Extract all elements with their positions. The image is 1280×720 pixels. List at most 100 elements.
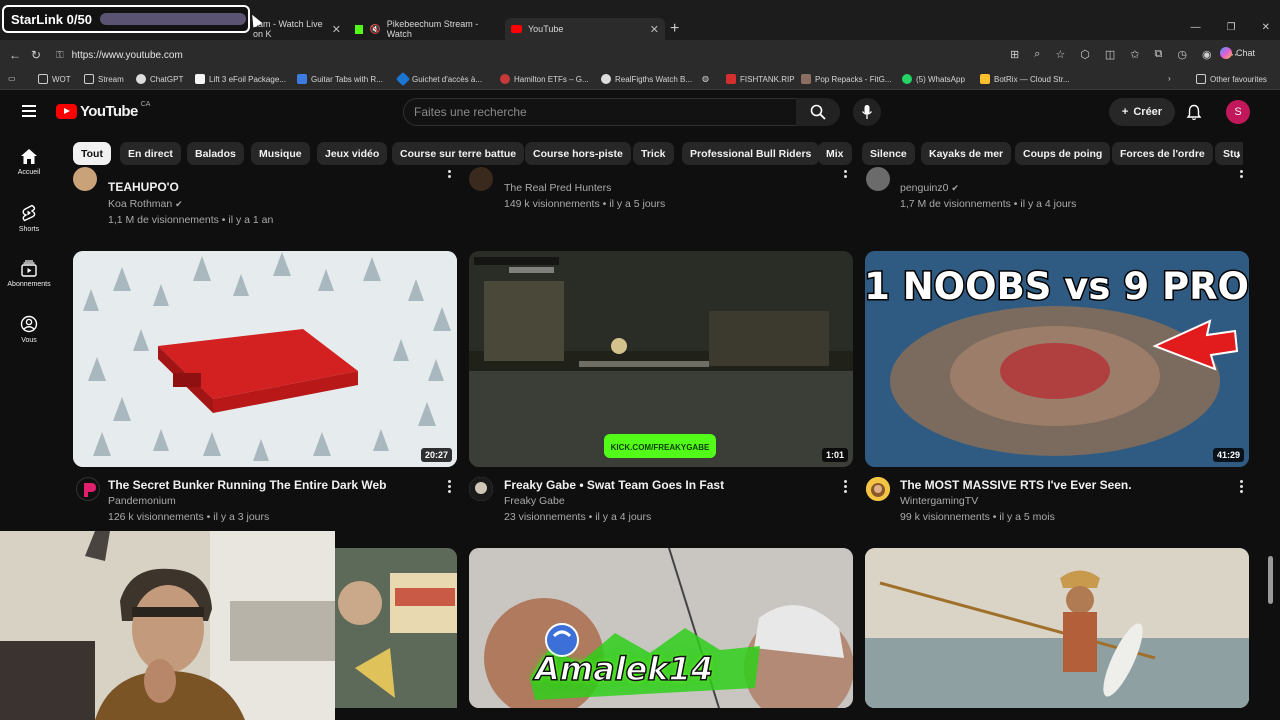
tab-youtube[interactable]: YouTube ✕	[505, 18, 665, 40]
more-actions-icon[interactable]	[844, 480, 848, 495]
chip-off-road[interactable]: Course hors-piste	[525, 142, 631, 165]
bookmark-chatgpt[interactable]: ChatGPT	[136, 74, 183, 84]
webcam-overlay	[0, 531, 335, 720]
tab-pikebeechum[interactable]: 🔇 Pikebeechum Stream - Watch	[349, 18, 505, 40]
back-icon[interactable]: ←	[9, 48, 21, 62]
bookmark-stream[interactable]: Stream	[84, 74, 124, 84]
bookmarks-overflow-icon[interactable]: ›	[1168, 74, 1171, 83]
search-button[interactable]	[796, 98, 840, 126]
nav-item-shorts[interactable]: Shorts	[0, 204, 58, 233]
bookmark-lift[interactable]: Lift 3 eFoil Package...	[195, 74, 286, 84]
more-actions-icon[interactable]	[448, 170, 452, 180]
maximize-button[interactable]: ❐	[1227, 22, 1236, 33]
refresh-icon[interactable]: ↻	[31, 48, 41, 62]
more-actions-icon[interactable]	[1240, 170, 1244, 180]
video-title[interactable]: The Secret Bunker Running The Entire Dar…	[108, 478, 387, 493]
menu-icon[interactable]	[22, 105, 36, 120]
address-bar[interactable]: ⚿ https://www.youtube.com	[50, 44, 610, 66]
more-actions-icon[interactable]	[448, 480, 452, 495]
bookmark-hamilton[interactable]: Hamilton ETFs – G...	[500, 74, 589, 84]
video-title[interactable]: TEAHUPO'O	[108, 180, 179, 195]
chevron-right-icon[interactable]: ›	[1236, 146, 1241, 162]
muted-speaker-icon[interactable]: 🔇	[369, 24, 380, 35]
bookmark-wot[interactable]: WOT	[38, 74, 71, 84]
chip-all[interactable]: Tout	[73, 142, 111, 165]
copilot-chat-button[interactable]: Chat	[1220, 47, 1255, 59]
bookmark-botrix[interactable]: BotRix — Cloud Str...	[980, 74, 1070, 84]
bookmark-fishtank[interactable]: FISHTANK.RIP	[726, 74, 795, 84]
more-actions-icon[interactable]	[844, 170, 848, 180]
favorites-icon[interactable]: ✩	[1130, 48, 1139, 61]
reading-view-icon[interactable]: ▭	[8, 74, 16, 83]
channel-name[interactable]: penguinz0 ✔	[900, 182, 959, 194]
bookmark-repacks[interactable]: Pop Repacks - FitG...	[801, 74, 891, 84]
chip-podcasts[interactable]: Balados	[187, 142, 244, 165]
chip-music[interactable]: Musique	[251, 142, 310, 165]
notifications-button[interactable]	[1186, 104, 1202, 126]
video-thumbnail[interactable]: KICK.COM/FREAKYGABE 1:01	[469, 251, 853, 467]
page-scrollbar[interactable]	[1268, 556, 1273, 604]
chip-dirt-track[interactable]: Course sur terre battue	[392, 142, 525, 165]
account-avatar[interactable]: S	[1226, 100, 1250, 124]
channel-name[interactable]: Koa Rothman ✔	[108, 198, 183, 210]
video-thumbnail[interactable]: 20:27	[73, 251, 457, 467]
avatar[interactable]	[469, 167, 493, 191]
bookmark-guitar[interactable]: Guitar Tabs with R...	[297, 74, 383, 84]
extension-icon[interactable]: ⬡	[1080, 48, 1090, 61]
bookmark-whatsapp[interactable]: (5) WhatsApp	[902, 74, 965, 84]
close-icon[interactable]: ✕	[650, 23, 659, 36]
avatar[interactable]	[469, 477, 493, 501]
chip-trick[interactable]: Trick	[633, 142, 674, 165]
avatar[interactable]	[76, 477, 100, 501]
nav-item-home[interactable]: Accueil	[0, 148, 58, 176]
channel-name[interactable]: Pandemonium	[108, 495, 176, 507]
site-info-icon[interactable]: ⚿	[56, 50, 64, 61]
avatar[interactable]	[73, 167, 97, 191]
history-icon[interactable]: ◷	[1177, 48, 1187, 61]
globe-icon[interactable]: ◍	[702, 74, 709, 83]
avatar[interactable]	[866, 477, 890, 501]
video-title[interactable]: The MOST MASSIVE RTS I've Ever Seen.	[900, 478, 1132, 493]
search-input[interactable]: Faites une recherche	[403, 98, 840, 126]
channel-name[interactable]: WintergamingTV	[900, 495, 978, 507]
chip-punches[interactable]: Coups de poing	[1015, 142, 1111, 165]
channel-name[interactable]: The Real Pred Hunters	[504, 182, 611, 194]
chip-mix[interactable]: Mix	[818, 142, 852, 165]
zoom-icon[interactable]: ⌕	[1034, 48, 1040, 61]
folder-icon	[38, 74, 48, 84]
collections-icon[interactable]: ⧉	[1155, 48, 1163, 61]
favorite-star-icon[interactable]: ☆	[1055, 48, 1065, 61]
nav-item-subscriptions[interactable]: Abonnements	[0, 260, 58, 288]
chip-silence[interactable]: Silence	[862, 142, 915, 165]
bookmark-label: (5) WhatsApp	[916, 74, 965, 84]
more-actions-icon[interactable]	[1240, 480, 1244, 495]
chip-law-enforcement[interactable]: Forces de l'ordre	[1112, 142, 1213, 165]
close-icon[interactable]: ✕	[332, 23, 341, 36]
video-thumbnail[interactable]: 71 NOOBS vs 9 PROS 41:29	[865, 251, 1249, 467]
avatar[interactable]	[866, 167, 890, 191]
split-screen-icon[interactable]: ◫	[1105, 48, 1115, 61]
video-thumbnail[interactable]	[865, 548, 1249, 708]
country-code: CA	[140, 101, 151, 108]
create-button[interactable]: + Créer	[1109, 98, 1175, 126]
youtube-logo[interactable]: YouTube CA	[56, 101, 151, 120]
nav-item-you[interactable]: Vous	[0, 315, 58, 344]
close-window-button[interactable]: ✕	[1262, 22, 1270, 33]
bookmark-realfights[interactable]: RealFigths Watch B...	[601, 74, 692, 84]
video-thumbnail[interactable]	[335, 548, 457, 708]
apps-icon[interactable]: ⊞	[1010, 48, 1019, 61]
minimize-button[interactable]: —	[1191, 22, 1201, 33]
chip-bull-riders[interactable]: Professional Bull Riders	[682, 142, 820, 165]
new-tab-button[interactable]: +	[670, 20, 679, 38]
bookmark-label: Lift 3 eFoil Package...	[209, 74, 286, 84]
channel-name[interactable]: Freaky Gabe	[504, 495, 565, 507]
tab-kick-stream[interactable]: eam - Watch Live on K ✕	[247, 18, 347, 40]
chip-video-games[interactable]: Jeux vidéo	[317, 142, 388, 165]
profile-icon[interactable]: ◉	[1202, 48, 1212, 61]
video-title[interactable]: Freaky Gabe • Swat Team Goes In Fast	[504, 478, 724, 493]
chip-live[interactable]: En direct	[120, 142, 181, 165]
voice-search-button[interactable]	[853, 98, 881, 126]
bookmark-guichet[interactable]: Guichet d'accès à...	[395, 71, 482, 87]
chip-sea-kayaks[interactable]: Kayaks de mer	[921, 142, 1012, 165]
bookmark-other-favourites[interactable]: Other favourites	[1196, 74, 1267, 84]
